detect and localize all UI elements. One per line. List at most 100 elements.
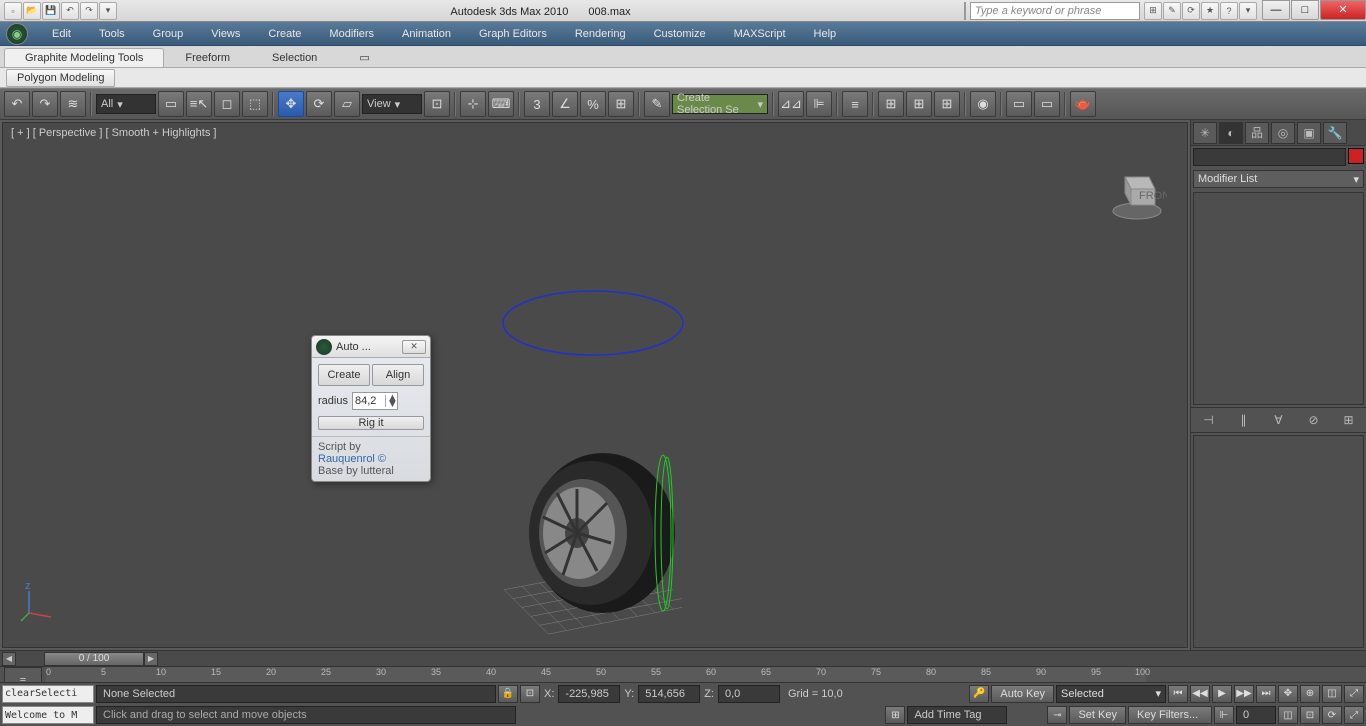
render-prod-icon[interactable]: ▭ (1034, 91, 1060, 117)
render-setup-icon[interactable]: ◉ (970, 91, 996, 117)
author-link[interactable]: Rauquenrol © (318, 453, 386, 465)
comm-icon[interactable]: ✎ (1163, 2, 1181, 20)
search-input[interactable]: Type a keyword or phrase (970, 2, 1140, 20)
sub-icon[interactable]: ⟳ (1182, 2, 1200, 20)
menu-edit[interactable]: Edit (38, 24, 85, 44)
qat-more-icon[interactable]: ▾ (99, 2, 117, 20)
add-time-tag[interactable]: Add Time Tag (907, 706, 1007, 724)
viewcube-icon[interactable]: FRONT (1107, 163, 1167, 223)
auto-key-button[interactable]: Auto Key (991, 685, 1054, 703)
spinner-arrows-icon[interactable]: ▲▼ (385, 395, 395, 407)
ref-coord-dropdown[interactable]: View▾ (362, 94, 422, 114)
menu-views[interactable]: Views (197, 24, 254, 44)
material-editor-icon[interactable]: ⊞ (934, 91, 960, 117)
help-dd-icon[interactable]: ▾ (1239, 2, 1257, 20)
next-key-icon[interactable]: ▶▶ (1234, 685, 1254, 703)
select-object-icon[interactable]: ▭ (158, 91, 184, 117)
close-button[interactable]: ✕ (1320, 0, 1366, 20)
nav-fov-icon[interactable]: ◫ (1322, 685, 1342, 703)
ribbon-tab-collapse-icon[interactable]: ▭ (338, 47, 390, 67)
time-ruler[interactable]: 0 5 10 15 20 25 30 35 40 45 50 55 60 65 … (46, 667, 1146, 683)
nav-zoom-icon[interactable]: ⤢ (1344, 685, 1364, 703)
percent-snap-icon[interactable]: % (580, 91, 606, 117)
mirror-icon[interactable]: ⊿⊿ (778, 91, 804, 117)
comm-center-icon[interactable]: ⊞ (885, 706, 905, 724)
unique-icon[interactable]: ∀ (1269, 410, 1289, 430)
select-by-name-icon[interactable]: ≡↖ (186, 91, 212, 117)
undo-icon[interactable]: ↶ (4, 91, 30, 117)
selection-filter-dropdown[interactable]: All▾ (96, 94, 156, 114)
x-coord[interactable]: -225,985 (558, 685, 620, 703)
listener-output[interactable]: clearSelecti (2, 685, 94, 703)
display-tab-icon[interactable]: ▣ (1297, 122, 1321, 144)
align-icon[interactable]: ⊫ (806, 91, 832, 117)
menu-rendering[interactable]: Rendering (561, 24, 640, 44)
qat-open-icon[interactable]: 📂 (23, 2, 41, 20)
rig-it-button[interactable]: Rig it (318, 416, 424, 430)
current-frame-spinner[interactable]: 0 (1236, 706, 1276, 724)
angle-snap-icon[interactable]: ∠ (552, 91, 578, 117)
prev-key-icon[interactable]: ◀◀ (1190, 685, 1210, 703)
goto-end-icon[interactable]: ⏭ (1256, 685, 1276, 703)
app-menu-icon[interactable]: ◉ (6, 23, 28, 45)
menu-modifiers[interactable]: Modifiers (315, 24, 388, 44)
render-frame-icon[interactable]: ▭ (1006, 91, 1032, 117)
render-teapot-icon[interactable]: 🫖 (1070, 91, 1096, 117)
help-icon[interactable]: ? (1220, 2, 1238, 20)
menu-help[interactable]: Help (800, 24, 851, 44)
goto-start-icon[interactable]: ⏮ (1168, 685, 1188, 703)
window-crossing-icon[interactable]: ⬚ (242, 91, 268, 117)
menu-animation[interactable]: Animation (388, 24, 465, 44)
key-mode-dropdown[interactable]: Selected▾ (1056, 685, 1166, 703)
autorig-dialog[interactable]: Auto ... ✕ Create Align radius 84,2 ▲▼ R… (311, 335, 431, 482)
prev-frame-button[interactable]: ◀ (2, 652, 16, 666)
edit-named-sel-icon[interactable]: ✎ (644, 91, 670, 117)
schematic-icon[interactable]: ⊞ (906, 91, 932, 117)
star-icon[interactable]: ★ (1201, 2, 1219, 20)
modifier-stack[interactable] (1193, 192, 1364, 405)
redo-icon[interactable]: ↷ (32, 91, 58, 117)
set-key-big-icon[interactable]: ⊸ (1047, 706, 1067, 724)
y-coord[interactable]: 514,656 (638, 685, 700, 703)
select-move-icon[interactable]: ✥ (278, 91, 304, 117)
listener-input[interactable]: Welcome to M (2, 706, 94, 724)
menu-maxscript[interactable]: MAXScript (720, 24, 800, 44)
named-selection-dropdown[interactable]: Create Selection Se▾ (672, 94, 768, 114)
nav-orbit2-icon[interactable]: ⟳ (1322, 706, 1342, 724)
select-scale-icon[interactable]: ▱ (334, 91, 360, 117)
next-frame-button[interactable]: ▶ (144, 652, 158, 666)
ribbon-tab-freeform[interactable]: Freeform (164, 48, 251, 67)
radius-spinner[interactable]: 84,2 ▲▼ (352, 392, 398, 410)
keyboard-icon[interactable]: ⌨ (488, 91, 514, 117)
select-rotate-icon[interactable]: ⟳ (306, 91, 332, 117)
nav-max-icon[interactable]: ⤢ (1344, 706, 1364, 724)
menu-create[interactable]: Create (254, 24, 315, 44)
snap-3-icon[interactable]: 3 (524, 91, 550, 117)
qat-new-icon[interactable]: ▫ (4, 2, 22, 20)
nav-orbit-icon[interactable]: ⊕ (1300, 685, 1320, 703)
menu-tools[interactable]: Tools (85, 24, 139, 44)
menu-group[interactable]: Group (139, 24, 198, 44)
qat-save-icon[interactable]: 💾 (42, 2, 60, 20)
align-button[interactable]: Align (372, 364, 424, 386)
viewport-perspective[interactable]: [ + ] [ Perspective ] [ Smooth + Highlig… (2, 122, 1188, 648)
select-region-icon[interactable]: ◻ (214, 91, 240, 117)
key-icon[interactable]: 🔑 (969, 685, 989, 703)
nav-zoom2-icon[interactable]: ◫ (1278, 706, 1298, 724)
pivot-icon[interactable]: ⊡ (424, 91, 450, 117)
create-tab-icon[interactable]: ✳ (1193, 122, 1217, 144)
nav-pan-icon[interactable]: ✥ (1278, 685, 1298, 703)
time-slider-handle[interactable]: 0 / 100 (44, 652, 144, 666)
ribbon-polygon-modeling[interactable]: Polygon Modeling (6, 69, 115, 87)
maximize-button[interactable]: □ (1291, 0, 1319, 20)
z-coord[interactable]: 0,0 (718, 685, 780, 703)
motion-tab-icon[interactable]: ◎ (1271, 122, 1295, 144)
wheel-object[interactable] (513, 423, 693, 623)
viewport-label[interactable]: [ + ] [ Perspective ] [ Smooth + Highlig… (11, 127, 216, 139)
minimize-button[interactable]: — (1262, 0, 1290, 20)
curve-editor-icon[interactable]: ⊞ (878, 91, 904, 117)
manipulate-icon[interactable]: ⊹ (460, 91, 486, 117)
ribbon-tab-graphite[interactable]: Graphite Modeling Tools (4, 48, 164, 67)
pin-stack-icon[interactable]: ⊣ (1199, 410, 1219, 430)
ribbon-tab-selection[interactable]: Selection (251, 48, 338, 67)
